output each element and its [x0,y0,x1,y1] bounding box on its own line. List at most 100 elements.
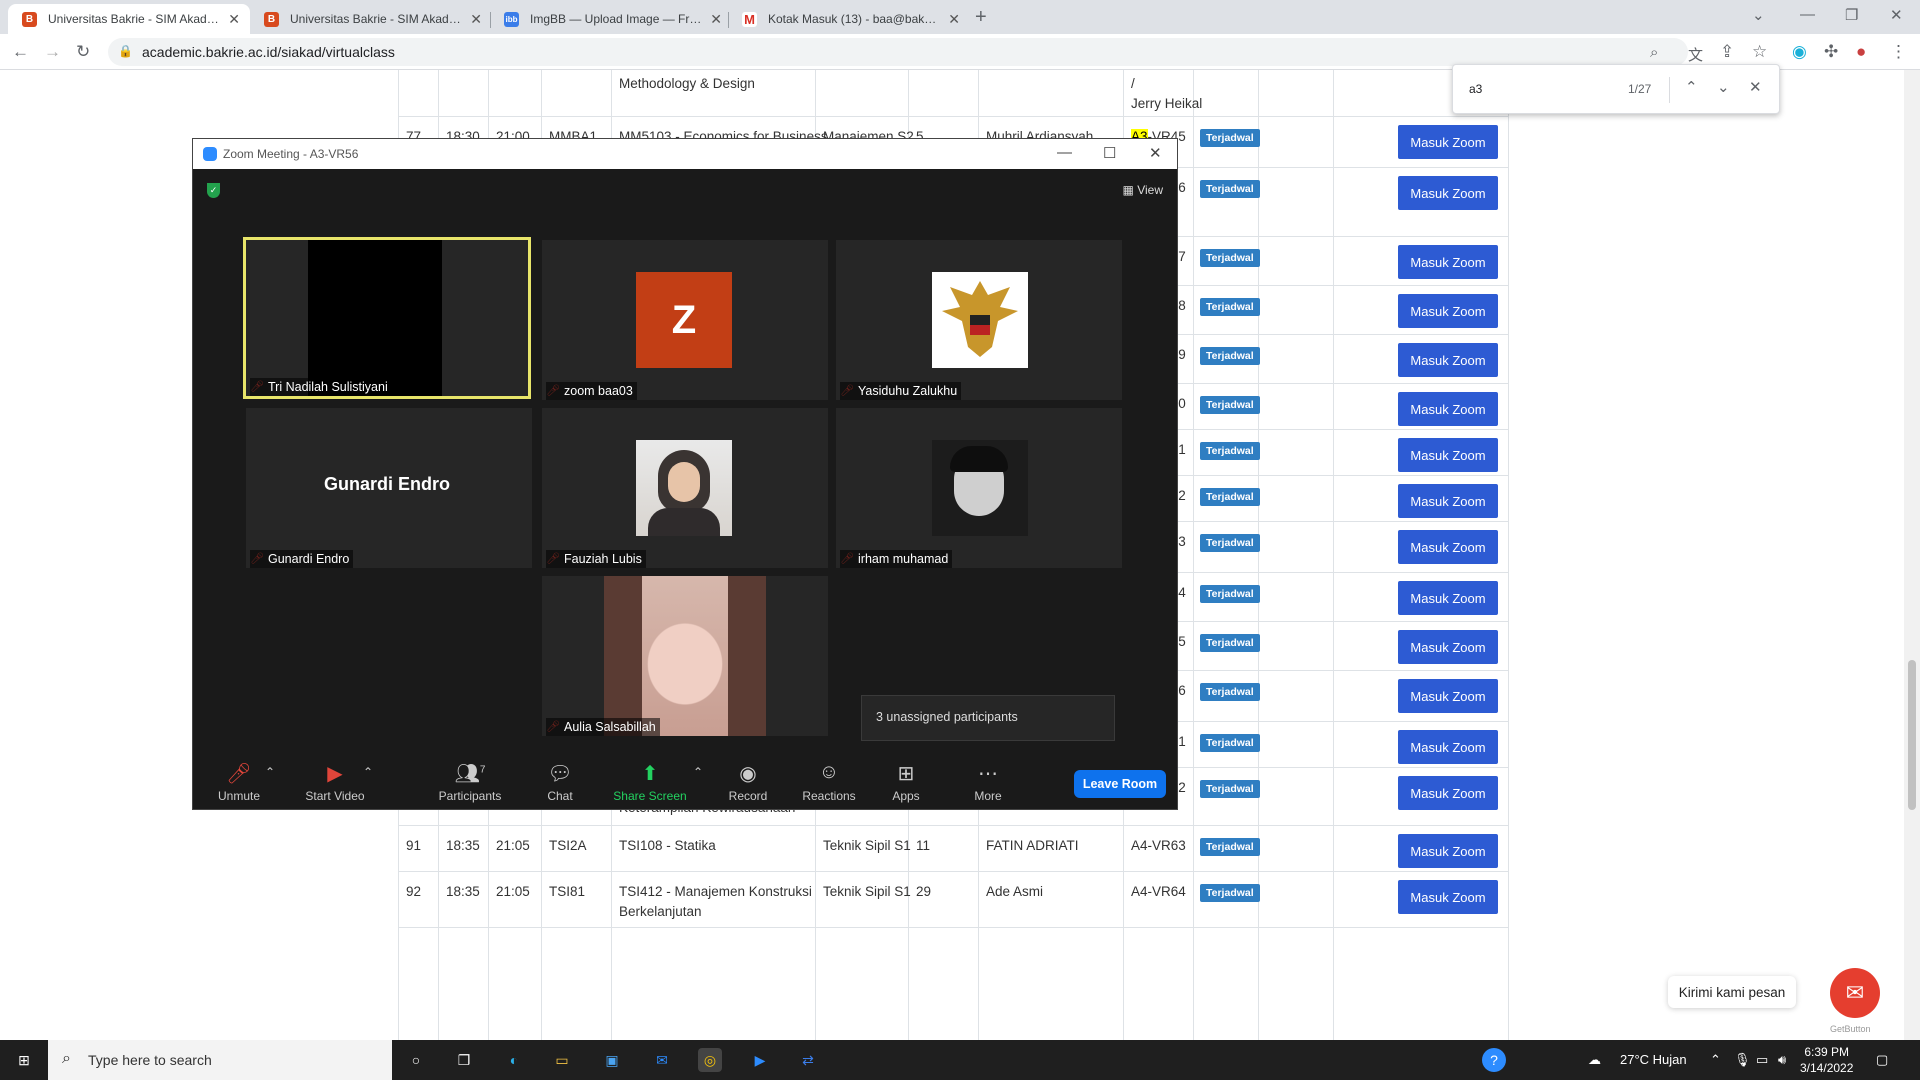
masuk-zoom-button[interactable]: Masuk Zoom [1398,630,1498,664]
find-next-icon[interactable]: ⌄ [1717,78,1730,96]
apps-button[interactable]: ⊞ Apps [883,761,929,811]
tab-imgbb[interactable]: ibb ImgBB — Upload Image — Free ✕ [490,4,732,34]
help-icon[interactable]: ? [1482,1048,1506,1072]
masuk-zoom-button[interactable]: Masuk Zoom [1398,484,1498,518]
find-input[interactable]: a3 [1469,82,1482,96]
audio-options-chevron-icon[interactable]: ⌃ [263,765,277,779]
notifications-icon[interactable]: ▢ [1876,1052,1888,1068]
masuk-zoom-button[interactable]: Masuk Zoom [1398,776,1498,810]
bookmark-star-icon[interactable]: ☆ [1752,42,1767,62]
masuk-zoom-button[interactable]: Masuk Zoom [1398,679,1498,713]
taskbar-search-box[interactable]: ⌕ Type here to search [48,1040,392,1080]
masuk-zoom-button[interactable]: Masuk Zoom [1398,730,1498,764]
scrollbar-thumb[interactable] [1908,660,1916,810]
record-button[interactable]: ◉ Record [723,761,773,811]
find-in-page-icon[interactable]: ⌕ [1650,44,1658,61]
weather-text[interactable]: 27°C Hujan [1620,1052,1687,1067]
encryption-shield-icon[interactable]: ✓ [207,183,220,198]
teamviewer-icon[interactable]: ⇄ [796,1048,820,1072]
participants-button[interactable]: 👥︎7 Participants [433,761,507,811]
video-options-chevron-icon[interactable]: ⌃ [361,765,375,779]
reactions-button[interactable]: ☺︎ Reactions [799,761,859,811]
share-screen-button[interactable]: ⬆︎ Share Screen [613,761,687,811]
participant-tile[interactable]: Gunardi Endro 🎤︎ Gunardi Endro [246,408,532,568]
participant-tile[interactable]: 🎤︎ Yasiduhu Zalukhu [836,240,1122,400]
network-icon[interactable]: ▭ [1756,1052,1768,1068]
masuk-zoom-button[interactable]: Masuk Zoom [1398,880,1498,914]
edge-icon[interactable]: ◐ [502,1048,526,1072]
masuk-zoom-button[interactable]: Masuk Zoom [1398,245,1498,279]
share-options-chevron-icon[interactable]: ⌃ [691,765,705,779]
chat-widget-button[interactable]: ✉ [1830,968,1880,1018]
tab-sim-akademik-1[interactable]: B Universitas Bakrie - SIM Akadem ✕ [8,4,250,34]
more-dots-icon: ⋯ [978,763,998,785]
page-scrollbar[interactable] [1904,70,1920,1040]
leave-room-button[interactable]: Leave Room [1074,770,1166,798]
masuk-zoom-button[interactable]: Masuk Zoom [1398,392,1498,426]
new-tab-icon[interactable]: + [975,6,987,29]
participant-tile[interactable]: 🎤︎ irham muhamad [836,408,1122,568]
minimize-icon[interactable]: — [1800,6,1815,23]
course-name-line2: Berkelanjutan [619,904,702,919]
view-button[interactable]: ▦ View [1123,183,1163,197]
zoom-window-title: Zoom Meeting - A3-VR56 [223,147,359,161]
reload-icon[interactable]: ↻ [76,42,90,62]
zoom-maximize-icon[interactable]: ☐ [1103,144,1116,162]
volume-icon[interactable]: 🔊︎ [1778,1052,1786,1068]
tab-gmail[interactable]: M Kotak Masuk (13) - baa@bakrie.a ✕ [728,4,970,34]
masuk-zoom-button[interactable]: Masuk Zoom [1398,438,1498,472]
masuk-zoom-button[interactable]: Masuk Zoom [1398,834,1498,868]
mail-icon[interactable]: ✉ [650,1048,674,1072]
extensions-puzzle-icon[interactable]: ✣ [1824,42,1838,62]
unassigned-participants-notice[interactable]: 3 unassigned participants [861,695,1115,741]
close-tab-icon[interactable]: ✕ [710,11,722,28]
masuk-zoom-button[interactable]: Masuk Zoom [1398,176,1498,210]
tray-chevron-icon[interactable]: ⌃ [1710,1052,1721,1068]
close-tab-icon[interactable]: ✕ [228,11,240,28]
find-previous-icon[interactable]: ⌃ [1685,78,1698,96]
tab-search-chevron-icon[interactable]: ⌄ [1752,6,1765,24]
windows-start-icon[interactable]: ⊞ [12,1048,36,1072]
participant-tile[interactable]: 🎤︎ Tri Nadilah Sulistiyani [243,237,531,399]
participant-tile[interactable]: Z 🎤︎ zoom baa03 [542,240,828,400]
masuk-zoom-button[interactable]: Masuk Zoom [1398,581,1498,615]
profile-icon[interactable]: ● [1856,42,1866,62]
cortana-icon[interactable]: ○ [404,1048,428,1072]
chrome-icon[interactable]: ◎ [698,1048,722,1072]
share-icon[interactable]: ⇪ [1720,42,1734,62]
masuk-zoom-button[interactable]: Masuk Zoom [1398,343,1498,377]
participant-tile[interactable]: 🎤︎ Aulia Salsabillah [542,576,828,736]
zoom-minimize-icon[interactable]: — [1057,144,1072,161]
status-badge: Terjadwal [1200,780,1260,798]
extension-icon[interactable]: ◉ [1792,42,1807,62]
zoom-close-icon[interactable]: ✕ [1149,144,1162,162]
more-button[interactable]: ⋯ More [963,761,1013,811]
chat-widget-bubble[interactable]: Kirimi kami pesan [1668,976,1796,1008]
forward-arrow-icon[interactable]: → [44,42,61,62]
find-close-icon[interactable]: ✕ [1749,78,1762,96]
close-tab-icon[interactable]: ✕ [470,11,482,28]
task-view-icon[interactable]: ❐ [452,1048,476,1072]
back-arrow-icon[interactable]: ← [12,42,29,62]
start-video-label: Start Video [305,789,365,803]
translate-icon[interactable]: 文 [1688,44,1703,65]
close-tab-icon[interactable]: ✕ [948,11,960,28]
chat-button[interactable]: 💬︎ Chat [535,761,585,811]
omnibox[interactable]: 🔒 academic.bakrie.ac.id/siakad/virtualcl… [108,38,1703,66]
garuda-emblem-icon [932,272,1028,368]
file-explorer-icon[interactable]: ▭ [550,1048,574,1072]
browser-menu-icon[interactable]: ⋮ [1890,42,1907,62]
getbutton-brand[interactable]: GetButton [1830,1024,1871,1034]
masuk-zoom-button[interactable]: Masuk Zoom [1398,530,1498,564]
restore-icon[interactable]: ❐ [1845,6,1858,24]
microphone-icon[interactable]: 🎙︎ [1734,1052,1751,1068]
participant-tile[interactable]: 🎤︎ Fauziah Lubis [542,408,828,568]
taskbar-clock[interactable]: 6:39 PM 3/14/2022 [1800,1044,1853,1076]
masuk-zoom-button[interactable]: Masuk Zoom [1398,125,1498,159]
unmute-button[interactable]: 🎤︎ Unmute [209,761,269,811]
masuk-zoom-button[interactable]: Masuk Zoom [1398,294,1498,328]
tab-sim-akademik-2[interactable]: B Universitas Bakrie - SIM Akadem ✕ [250,4,492,34]
close-window-icon[interactable]: ✕ [1890,6,1903,24]
zoom-app-icon[interactable]: ▶ [748,1048,772,1072]
store-icon[interactable]: ▣ [600,1048,624,1072]
